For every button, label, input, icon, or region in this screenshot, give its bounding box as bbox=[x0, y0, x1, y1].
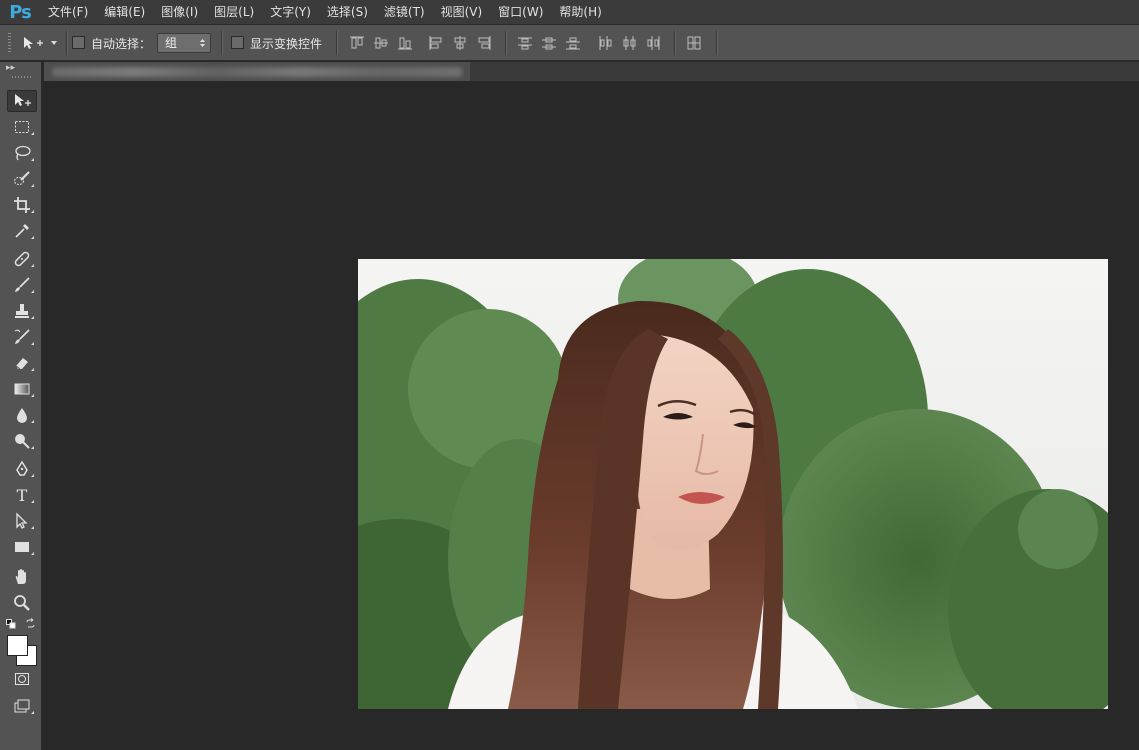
menu-filter[interactable]: 滤镜(T) bbox=[376, 0, 433, 24]
gradient-tool[interactable] bbox=[7, 378, 37, 400]
divider bbox=[221, 31, 222, 55]
auto-select-mode-value: 组 bbox=[165, 36, 178, 50]
history-brush-tool[interactable] bbox=[7, 326, 37, 348]
document-tab-title-blurred bbox=[52, 67, 462, 77]
shape-tool[interactable] bbox=[7, 536, 37, 558]
divider bbox=[336, 31, 337, 55]
show-transform-checkbox[interactable] bbox=[231, 36, 244, 49]
zoom-icon bbox=[14, 595, 30, 611]
menu-type[interactable]: 文字(Y) bbox=[262, 0, 319, 24]
bandage-icon bbox=[14, 251, 30, 267]
eraser-icon bbox=[15, 358, 28, 370]
pen-icon bbox=[16, 460, 28, 476]
canvas-photo[interactable] bbox=[358, 259, 1108, 709]
menu-select[interactable]: 选择(S) bbox=[319, 0, 376, 24]
distribute-bottom-icon[interactable] bbox=[565, 35, 581, 51]
quick-selection-tool[interactable] bbox=[7, 168, 37, 190]
align-hcenter-icon[interactable] bbox=[452, 35, 468, 51]
dodge-icon bbox=[15, 434, 30, 449]
align-top-icon[interactable] bbox=[349, 35, 365, 51]
distribute-hcenter-icon[interactable] bbox=[621, 35, 637, 51]
drop-icon bbox=[17, 408, 27, 423]
menu-edit[interactable]: 编辑(E) bbox=[96, 0, 153, 24]
distribute-vcenter-icon[interactable] bbox=[541, 35, 557, 51]
default-colors-icon[interactable] bbox=[6, 619, 16, 629]
crop-icon bbox=[14, 197, 30, 213]
history-brush-icon bbox=[14, 329, 30, 344]
menu-window[interactable]: 窗口(W) bbox=[490, 0, 551, 24]
auto-select-label: 自动选择： bbox=[91, 37, 152, 51]
move-icon bbox=[15, 94, 31, 106]
eraser-tool[interactable] bbox=[7, 352, 37, 374]
rectangular-marquee-icon bbox=[15, 121, 29, 133]
show-transform-label: 显示变换控件 bbox=[250, 37, 323, 51]
menu-file[interactable]: 文件(F) bbox=[40, 0, 96, 24]
healing-brush-tool[interactable] bbox=[7, 248, 37, 270]
menu-image[interactable]: 图像(I) bbox=[153, 0, 206, 24]
auto-select-checkbox[interactable] bbox=[72, 36, 85, 49]
document-tab-strip bbox=[44, 62, 1139, 81]
pen-tool[interactable] bbox=[7, 458, 37, 480]
rectangle-icon bbox=[15, 542, 29, 552]
align-left-icon[interactable] bbox=[428, 35, 444, 51]
brush-tool[interactable] bbox=[7, 274, 37, 296]
move-icon bbox=[24, 37, 43, 49]
align-right-icon[interactable] bbox=[476, 35, 492, 51]
auto-align-layers-icon[interactable] bbox=[686, 35, 702, 51]
menu-view[interactable]: 视图(V) bbox=[433, 0, 491, 24]
path-selection-icon bbox=[16, 512, 28, 529]
clone-stamp-tool[interactable] bbox=[7, 300, 37, 322]
divider bbox=[716, 31, 717, 55]
options-bar: 自动选择： 组 显示变换控件 bbox=[0, 24, 1139, 61]
photo-icon bbox=[358, 259, 1108, 709]
screen-mode-icon bbox=[14, 699, 30, 713]
tools-panel-grip[interactable] bbox=[12, 76, 32, 78]
quick-selection-icon bbox=[14, 171, 30, 185]
hand-tool[interactable] bbox=[7, 566, 37, 588]
auto-select-mode-dropdown[interactable]: 组 bbox=[157, 33, 211, 53]
type-tool[interactable]: T bbox=[7, 484, 37, 506]
tool-preset-picker[interactable] bbox=[22, 34, 62, 52]
divider bbox=[505, 31, 506, 55]
gradient-icon bbox=[14, 383, 30, 395]
divider bbox=[674, 31, 675, 55]
document-tab[interactable] bbox=[44, 62, 470, 81]
distribute-top-icon[interactable] bbox=[517, 35, 533, 51]
distribute-right-icon[interactable] bbox=[645, 35, 661, 51]
foreground-color-swatch[interactable] bbox=[7, 635, 28, 656]
brush-icon bbox=[15, 277, 30, 292]
menu-help[interactable]: 帮助(H) bbox=[551, 0, 609, 24]
dodge-tool[interactable] bbox=[7, 430, 37, 452]
zoom-tool[interactable] bbox=[7, 592, 37, 614]
crop-tool[interactable] bbox=[7, 194, 37, 216]
eyedropper-icon bbox=[15, 224, 29, 238]
hand-icon bbox=[15, 569, 26, 584]
chevron-down-icon bbox=[51, 41, 57, 45]
tools-panel: ▸▸ T bbox=[0, 62, 42, 750]
eyedropper-tool[interactable] bbox=[7, 220, 37, 242]
collapse-panel-icon[interactable]: ▸▸ bbox=[6, 63, 15, 73]
blur-tool[interactable] bbox=[7, 404, 37, 426]
updown-arrows-icon bbox=[200, 39, 205, 47]
move-tool[interactable] bbox=[7, 90, 37, 112]
screen-mode-button[interactable] bbox=[7, 695, 37, 717]
menu-bar: Ps 文件(F) 编辑(E) 图像(I) 图层(L) 文字(Y) 选择(S) 滤… bbox=[0, 0, 1139, 24]
menu-layer[interactable]: 图层(L) bbox=[206, 0, 262, 24]
stamp-icon bbox=[15, 304, 29, 318]
photoshop-logo: Ps bbox=[9, 1, 32, 23]
align-vcenter-icon[interactable] bbox=[373, 35, 389, 51]
path-selection-tool[interactable] bbox=[7, 510, 37, 532]
swap-colors-icon[interactable] bbox=[25, 618, 36, 629]
align-bottom-icon[interactable] bbox=[397, 35, 413, 51]
type-icon: T bbox=[16, 485, 28, 505]
quick-mask-button[interactable] bbox=[7, 668, 37, 690]
distribute-left-icon[interactable] bbox=[597, 35, 613, 51]
quick-mask-icon bbox=[15, 673, 29, 685]
marquee-tool[interactable] bbox=[7, 116, 37, 138]
divider bbox=[66, 31, 67, 55]
lasso-tool[interactable] bbox=[7, 142, 37, 164]
options-bar-grip[interactable] bbox=[8, 33, 11, 53]
lasso-icon bbox=[15, 145, 31, 161]
